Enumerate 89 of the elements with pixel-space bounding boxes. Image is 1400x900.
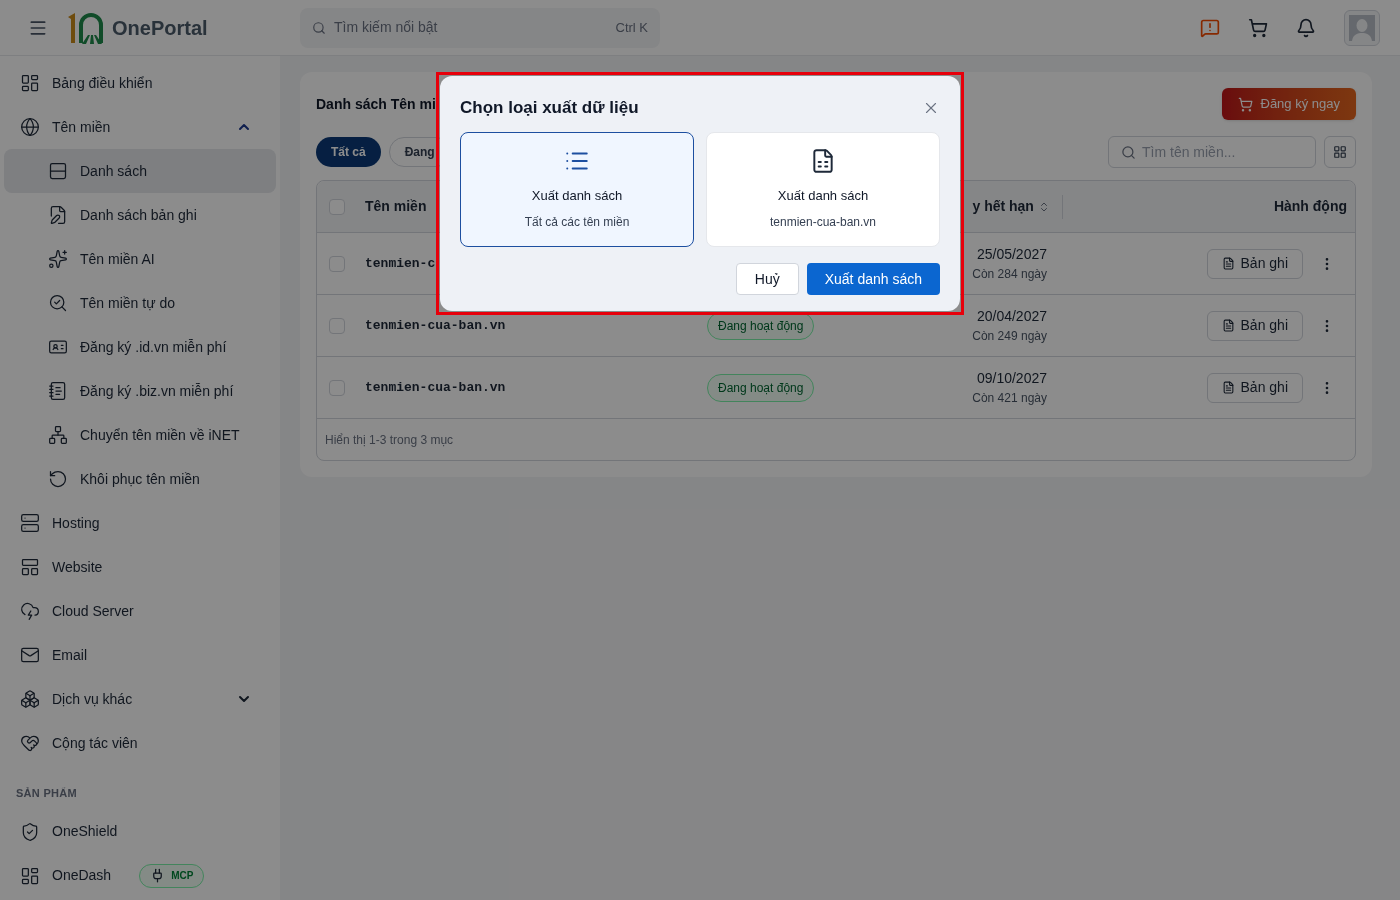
domain-cell-text: tenmien-cua-ban.vn <box>365 316 507 335</box>
status-badge: Đang hoạt động <box>707 373 815 402</box>
grid-view-button[interactable] <box>1324 136 1356 168</box>
feedback-icon[interactable] <box>1200 17 1220 38</box>
dialog-title: Chọn loại xuất dữ liệu <box>460 97 639 120</box>
rows-icon <box>48 161 68 181</box>
sidebar-item[interactable]: OneDash MCP <box>4 853 276 898</box>
option-subtitle: Tất cả các tên miền <box>524 214 630 232</box>
search-placeholder: Tìm kiếm nổi bật <box>334 18 439 37</box>
document-icon <box>1221 319 1235 332</box>
boxes-icon <box>20 689 40 709</box>
sidebar-subitem[interactable]: Tên miền tự do <box>4 281 276 325</box>
header-checkbox[interactable] <box>329 198 345 215</box>
sidebar-item[interactable]: Cloud Server <box>4 589 276 633</box>
sparkles-icon <box>48 249 68 269</box>
expiry-date: 20/04/2027 <box>976 307 1047 326</box>
export-button[interactable]: Xuất danh sách <box>806 263 940 295</box>
document-icon <box>48 381 68 401</box>
shortcut-hint: Ctrl K <box>615 18 648 37</box>
sidebar-subitem[interactable]: Khôi phục tên miền <box>4 457 276 501</box>
sidebar-subitem[interactable]: Danh sách <box>4 149 276 193</box>
mail-icon <box>20 645 40 665</box>
search-icon <box>1121 144 1136 160</box>
logo-icon <box>66 10 106 45</box>
sidebar-subitem[interactable]: Danh sách bản ghi <box>4 193 276 237</box>
column-header: Hành động <box>1273 197 1347 216</box>
days-remaining: Còn 249 ngày <box>972 328 1047 345</box>
shield-icon <box>20 821 40 842</box>
file-pen-icon <box>48 205 68 225</box>
pagination-info: Hiển thị 1-3 trong 3 mục <box>325 431 454 449</box>
document-icon <box>1221 257 1235 270</box>
sidebar-subitem[interactable]: Tên miền AI <box>4 237 276 281</box>
row-checkbox[interactable] <box>329 255 345 272</box>
document-icon <box>1221 381 1235 394</box>
cart-icon[interactable] <box>1248 17 1268 38</box>
days-remaining: Còn 284 ngày <box>972 266 1047 283</box>
mcp-badge: MCP <box>139 863 205 888</box>
search-placeholder: Tìm tên miền... <box>1142 142 1236 162</box>
domain-cell-text: tenmien-cua-ban.vn <box>365 378 507 397</box>
sidebar-item[interactable]: Website <box>4 545 276 589</box>
domain-cell-text: tenmien-c <box>365 254 437 273</box>
user-silhouette-icon <box>1349 14 1375 41</box>
export-option[interactable]: Xuất danh sách Tất cả các tên miền <box>460 132 694 247</box>
records-button[interactable]: Bản ghi <box>1206 248 1303 279</box>
expiry-date: 25/05/2027 <box>976 245 1047 264</box>
card-title: Danh sách Tên mi <box>316 94 436 114</box>
sidebar-item[interactable]: Email <box>4 633 276 677</box>
dashboard-icon <box>20 865 40 886</box>
column-header: y hết hạn <box>972 197 1034 216</box>
option-title: Xuất danh sách <box>777 186 869 205</box>
option-subtitle: tenmien-cua-ban.vn <box>769 214 877 232</box>
dashboard-icon <box>20 73 40 93</box>
sidebar-subitem[interactable]: Đăng ký .biz.vn miễn phí <box>4 369 276 413</box>
server-icon <box>20 513 40 533</box>
cart-icon <box>1237 96 1253 112</box>
row-checkbox[interactable] <box>329 379 345 396</box>
expiry-date: 09/10/2027 <box>976 369 1047 388</box>
notification-icon[interactable] <box>1296 17 1316 38</box>
row-checkbox[interactable] <box>329 317 345 334</box>
brand-name: OnePortal <box>112 15 208 41</box>
sidebar-item[interactable]: OneShield <box>4 809 276 854</box>
network-icon <box>48 425 68 445</box>
grid-icon <box>1333 145 1347 159</box>
section-heading: SẢN PHẨM <box>15 786 78 801</box>
sidebar-item[interactable]: Bảng điều khiển <box>4 61 276 105</box>
register-button[interactable]: Đăng ký ngay <box>1221 88 1356 120</box>
filter-tab[interactable]: Tất cả <box>316 137 381 167</box>
cloud-icon <box>20 601 40 621</box>
column-header: Tên miền <box>365 197 427 216</box>
restore-icon <box>48 469 68 489</box>
sidebar-item[interactable]: Cộng tác viên <box>4 721 276 765</box>
search-check-icon <box>48 293 68 313</box>
layout-icon <box>20 557 40 577</box>
days-remaining: Còn 421 ngày <box>972 390 1047 407</box>
export-option[interactable]: Xuất danh sách tenmien-cua-ban.vn <box>706 132 940 247</box>
spreadsheet-icon <box>810 147 836 174</box>
sidebar-item[interactable]: Dịch vụ khác <box>4 677 276 721</box>
globe-icon <box>20 117 40 137</box>
sidebar-item[interactable]: Tên miền <box>4 105 276 149</box>
sidebar-item[interactable]: Hosting <box>4 501 276 545</box>
sidebar-subitem[interactable]: Đăng ký .id.vn miễn phí <box>4 325 276 369</box>
heart-handshake-icon <box>20 733 40 753</box>
cancel-button[interactable]: Huỷ <box>735 263 799 295</box>
search-icon <box>312 20 326 35</box>
sidebar-subitem[interactable]: Chuyển tên miền về iNET <box>4 413 276 457</box>
search-field[interactable]: Tìm kiếm nổi bật Ctrl K <box>300 7 660 48</box>
records-button[interactable]: Bản ghi <box>1206 310 1303 341</box>
option-title: Xuất danh sách <box>531 186 623 205</box>
records-button[interactable]: Bản ghi <box>1206 372 1303 403</box>
